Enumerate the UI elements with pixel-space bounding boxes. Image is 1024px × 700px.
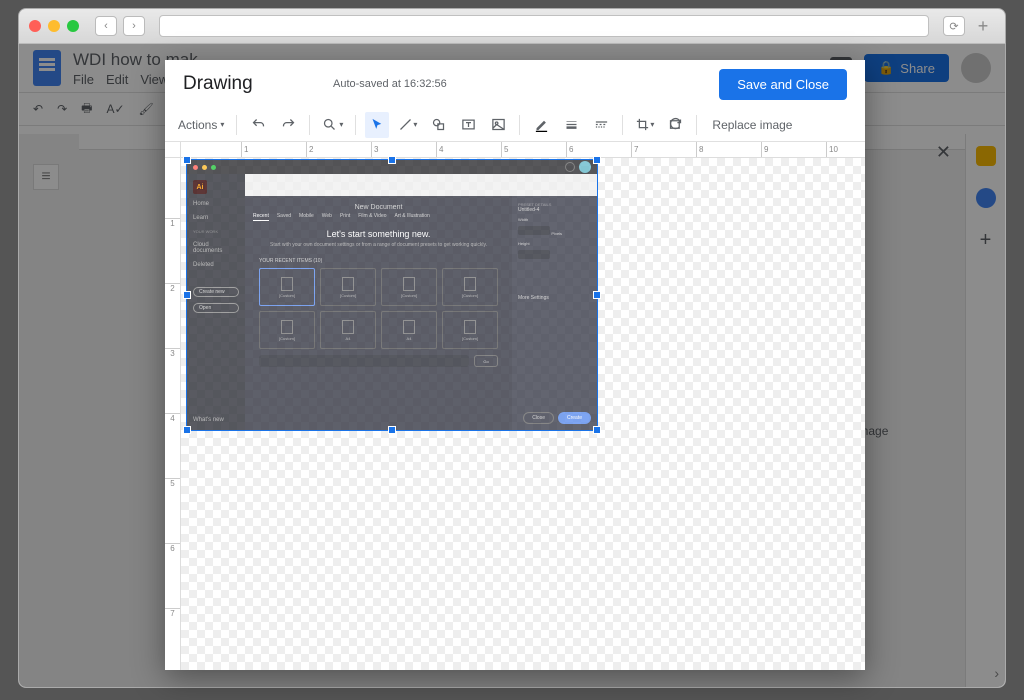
url-bar[interactable] (159, 15, 929, 37)
forward-button[interactable]: › (123, 16, 145, 36)
replace-image-menu[interactable]: Replace image (706, 118, 798, 132)
ai-go-button: Go (474, 355, 498, 367)
resize-handle-s[interactable] (388, 426, 396, 434)
resize-handle-sw[interactable] (183, 426, 191, 434)
drawing-toolbar: Actions▾ ▾ ▾ ▾ Replace image (165, 108, 865, 142)
ai-tabs: RecentSavedMobile WebPrintFilm & Video A… (253, 213, 504, 221)
select-tool-icon[interactable] (365, 112, 389, 138)
save-and-close-button[interactable]: Save and Close (719, 69, 847, 100)
ruler-corner (165, 142, 181, 158)
close-window-icon[interactable] (29, 20, 41, 32)
ai-close-button: Close (523, 412, 554, 424)
border-color-icon[interactable] (529, 112, 553, 138)
ai-create-new: Create new (193, 287, 239, 297)
actions-menu[interactable]: Actions▾ (175, 112, 227, 138)
image-tool-icon[interactable] (486, 112, 510, 138)
ai-search-input (259, 355, 469, 367)
ruler-vertical: 1 2 3 4 5 6 7 (165, 158, 181, 670)
border-weight-icon[interactable] (559, 112, 583, 138)
resize-handle-ne[interactable] (593, 156, 601, 164)
line-tool-icon[interactable]: ▾ (395, 112, 420, 138)
browser-chrome: ‹ › ⟳ + (18, 8, 1006, 44)
autosave-status: Auto-saved at 16:32:56 (333, 78, 719, 90)
border-dash-icon[interactable] (589, 112, 613, 138)
drawing-dialog: Drawing Auto-saved at 16:32:56 Save and … (165, 60, 865, 670)
crop-tool-icon[interactable]: ▾ (632, 112, 657, 138)
new-tab-button[interactable]: + (971, 16, 995, 37)
maximize-window-icon[interactable] (67, 20, 79, 32)
dialog-header: Drawing Auto-saved at 16:32:56 Save and … (165, 60, 865, 108)
ruler-horizontal: 1 2 3 4 5 6 7 8 9 10 (181, 142, 865, 158)
redo-icon[interactable] (276, 112, 300, 138)
ai-create-button: Create (558, 412, 591, 424)
resize-handle-se[interactable] (593, 426, 601, 434)
undo-icon[interactable] (246, 112, 270, 138)
zoom-menu[interactable]: ▾ (319, 112, 346, 138)
reset-image-icon[interactable] (663, 112, 687, 138)
window-controls (29, 20, 79, 32)
ai-search-icon (565, 162, 575, 172)
selected-image[interactable]: Ai Home Learn YOUR WORK Cloud documents … (187, 160, 597, 430)
minimize-window-icon[interactable] (48, 20, 60, 32)
shape-tool-icon[interactable] (426, 112, 450, 138)
textbox-tool-icon[interactable] (456, 112, 480, 138)
ai-avatar-icon (579, 161, 591, 173)
back-button[interactable]: ‹ (95, 16, 117, 36)
ai-open: Open (193, 303, 239, 313)
ai-preset-grid: [Custom] [Custom] [Custom] [Custom] [Cus… (253, 268, 504, 349)
drawing-canvas[interactable]: Ai Home Learn YOUR WORK Cloud documents … (181, 158, 865, 670)
embedded-image: Ai Home Learn YOUR WORK Cloud documents … (187, 160, 597, 430)
dialog-title: Drawing (183, 73, 333, 95)
ai-logo-icon: Ai (193, 180, 207, 194)
reload-button[interactable]: ⟳ (943, 16, 965, 36)
resize-handle-e[interactable] (593, 291, 601, 299)
resize-handle-nw[interactable] (183, 156, 191, 164)
canvas-area: 1 2 3 4 5 6 7 8 9 10 1 2 3 4 5 6 7 (165, 142, 865, 670)
ai-preset-panel: PRESET DETAILS Untitled-4 Width Pixels H… (512, 196, 597, 430)
ai-screenshot: Ai Home Learn YOUR WORK Cloud documents … (187, 160, 597, 430)
resize-handle-n[interactable] (388, 156, 396, 164)
resize-handle-w[interactable] (183, 291, 191, 299)
